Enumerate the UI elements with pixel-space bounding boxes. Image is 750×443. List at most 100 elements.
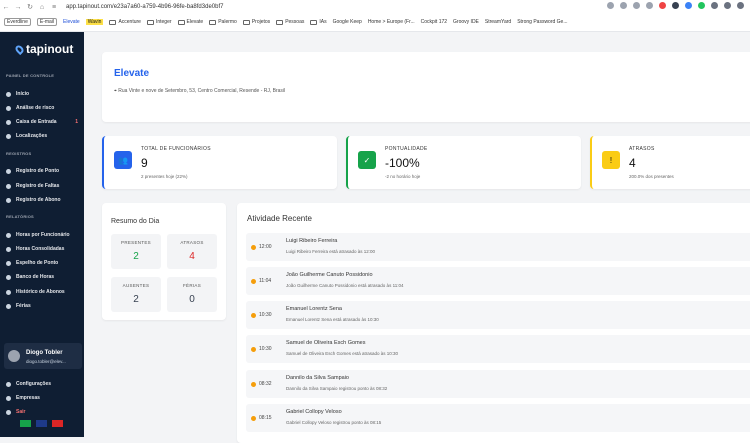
activity-time: 08:15 — [259, 415, 272, 421]
bookmark-item[interactable]: E-mail — [36, 18, 58, 26]
sidebar-bottom-item[interactable]: Empresas — [6, 393, 80, 403]
activity-item[interactable]: 12:00 Luigi Ribeiro Ferreira Luigi Ribeiro… — [246, 233, 750, 261]
flag-uk-icon[interactable] — [36, 420, 47, 427]
bookmark-item[interactable]: Integer — [146, 19, 172, 25]
flag-spain-icon[interactable] — [52, 420, 63, 427]
bookmark-label: Accenture — [118, 19, 141, 25]
sidebar-bottom-item[interactable]: Sair — [6, 407, 80, 417]
activity-item[interactable]: 10:30 Emanuel Lorentz Sena Emanuel Lorentz… — [246, 301, 750, 329]
bookmark-item[interactable]: Strong Password Ge... — [517, 19, 567, 25]
bookmark-item[interactable]: Projetos — [242, 19, 271, 25]
bookmark-label: Everdline — [4, 18, 31, 26]
bookmark-item[interactable]: IAs — [310, 19, 327, 25]
bookmark-label: Google Keep — [332, 19, 362, 25]
bookmark-item[interactable]: Cockpit 172 — [421, 19, 447, 25]
bookmark-label: Elevate — [63, 19, 80, 25]
extension-green-icon[interactable] — [698, 2, 705, 9]
sidebar-item[interactable]: Localizações — [6, 131, 80, 141]
sidebar-item[interactable]: Caixa de Entrada 1 — [6, 117, 80, 127]
sidebar-item-label: Horas por Funcionário — [16, 232, 70, 238]
star-icon[interactable] — [633, 2, 640, 9]
sidebar-item[interactable]: Horas Consolidadas — [6, 244, 80, 254]
section-relatorios: RELATÓRIOS — [6, 214, 34, 219]
clock-icon — [251, 279, 256, 284]
clock-icon — [6, 168, 11, 174]
sidebar-item[interactable]: Espelho de Ponto — [6, 258, 80, 268]
logout-icon — [6, 409, 11, 415]
activity-time: 10:30 — [259, 312, 272, 318]
bookmark-label: Wavin — [85, 19, 104, 25]
sidebar-item[interactable]: Registro de Ponto — [6, 166, 80, 176]
sidebar-item[interactable]: Registro de Abono — [6, 195, 80, 205]
sidebar-item-label: Registro de Ponto — [16, 168, 60, 174]
summary-tile: FÉRIAS 0 — [167, 277, 217, 312]
site-info-icon[interactable]: ≡ — [48, 4, 60, 11]
bookmark-label: Projetos — [251, 19, 271, 25]
sidebar-item[interactable]: Análise de risco — [6, 103, 80, 113]
activity-item[interactable]: 08:32 Dannilo da Silva Sampaio Dannilo da … — [246, 370, 750, 398]
folder-icon — [209, 19, 217, 25]
sidebar-item[interactable]: Registro de Faltas — [6, 181, 80, 191]
activity-description: Gabriel Collopy Veloso registrou ponto à… — [286, 420, 382, 425]
bookmark-label: Home > Europe (Fr... — [367, 19, 415, 25]
stat-card: ✓ PONTUALIDADE -100% -2 no horário hoje — [346, 136, 581, 189]
activity-item[interactable]: 08:15 Gabriel Collopy Veloso Gabriel Collo… — [246, 404, 750, 432]
extension-red-icon[interactable] — [659, 2, 666, 9]
reload-icon[interactable]: ↻ — [24, 3, 36, 11]
clock-icon — [251, 416, 256, 421]
stat-card: 👥 TOTAL DE FUNCIONÁRIOS 9 2 presentes hoje … — [102, 136, 337, 189]
summary-value: 4 — [189, 251, 195, 262]
profile-icon[interactable] — [737, 2, 744, 9]
search-icon[interactable] — [607, 2, 614, 9]
clock-icon — [251, 347, 256, 352]
sidebar-item-label: Registro de Faltas — [16, 183, 60, 189]
bookmark-item[interactable]: Pessoas — [276, 19, 304, 25]
bookmark-item[interactable]: Elevate — [63, 19, 80, 25]
bookmark-item[interactable]: Home > Europe (Fr... — [368, 19, 415, 25]
bookmark-item[interactable]: Elevate — [177, 19, 203, 25]
sidebar-item[interactable]: Banco de Horas — [6, 272, 80, 282]
activity-item[interactable]: 11:04 João Guilherme Canuto Possidonio Joã… — [246, 267, 750, 295]
forward-icon[interactable]: → — [12, 4, 24, 11]
bookmark-item[interactable]: Google Keep — [333, 19, 362, 25]
address-bar[interactable]: app.tapinout.com/e23a7a60-a759-4b96-96fe… — [66, 4, 223, 10]
stat-subtitle: 200.0% dos presentes — [629, 174, 674, 179]
activity-title: Atividade Recente — [247, 214, 312, 223]
address-bar-row: ← → ↻ ⌂ ≡ app.tapinout.com/e23a7a60-a759… — [0, 0, 750, 14]
share-icon[interactable] — [620, 2, 627, 9]
bookmark-item[interactable]: Wavin — [85, 19, 104, 25]
flag-brazil-icon[interactable] — [20, 420, 31, 427]
cloud-icon[interactable] — [672, 2, 679, 9]
stat-subtitle: 2 presentes hoje (22%) — [141, 174, 188, 179]
extensions-icon[interactable] — [724, 2, 731, 9]
inbox-badge: 1 — [75, 119, 78, 125]
bookmark-item[interactable]: Palermo — [209, 19, 237, 25]
activity-time: 11:04 — [259, 278, 272, 284]
summary-value: 2 — [133, 251, 139, 262]
sidebar-item[interactable]: Início — [6, 89, 80, 99]
extension-blue-icon[interactable] — [685, 2, 692, 9]
extension-icon[interactable] — [646, 2, 653, 9]
bookmark-item[interactable]: Accenture — [109, 19, 141, 25]
activity-name: João Guilherme Canuto Possidonio — [286, 272, 373, 278]
sidebar-item[interactable]: Histórico de Abonos — [6, 287, 80, 297]
sidebar-item[interactable]: Férias — [6, 301, 80, 311]
browser-chrome: ← → ↻ ⌂ ≡ app.tapinout.com/e23a7a60-a759… — [0, 0, 750, 32]
folder-icon — [276, 19, 284, 25]
section-painel: PAINEL DE CONTROLE — [6, 73, 55, 78]
back-icon[interactable]: ← — [0, 4, 12, 11]
home-icon[interactable]: ⌂ — [36, 4, 48, 11]
activity-description: Dannilo da Silva Sampaio registrou ponto… — [286, 386, 388, 391]
extension-icons — [607, 2, 744, 9]
extension-gray-icon[interactable] — [711, 2, 718, 9]
app-logo[interactable]: tapinout — [13, 42, 73, 56]
sidebar-bottom-item[interactable]: Configurações — [6, 379, 80, 389]
user-profile[interactable]: Diogo Tobler diogo.tobler@elev... — [4, 343, 82, 369]
bookmark-label: StreamYard — [484, 19, 512, 25]
activity-item[interactable]: 10:30 Samuel de Oliveira Esch Gomes Samuel… — [246, 335, 750, 363]
sidebar-item-label: Espelho de Ponto — [16, 260, 59, 266]
sidebar-item[interactable]: Horas por Funcionário — [6, 230, 80, 240]
bookmark-item[interactable]: Groovy IDE — [453, 19, 479, 25]
bookmark-item[interactable]: Everdline — [4, 18, 31, 26]
bookmark-item[interactable]: StreamYard — [485, 19, 511, 25]
